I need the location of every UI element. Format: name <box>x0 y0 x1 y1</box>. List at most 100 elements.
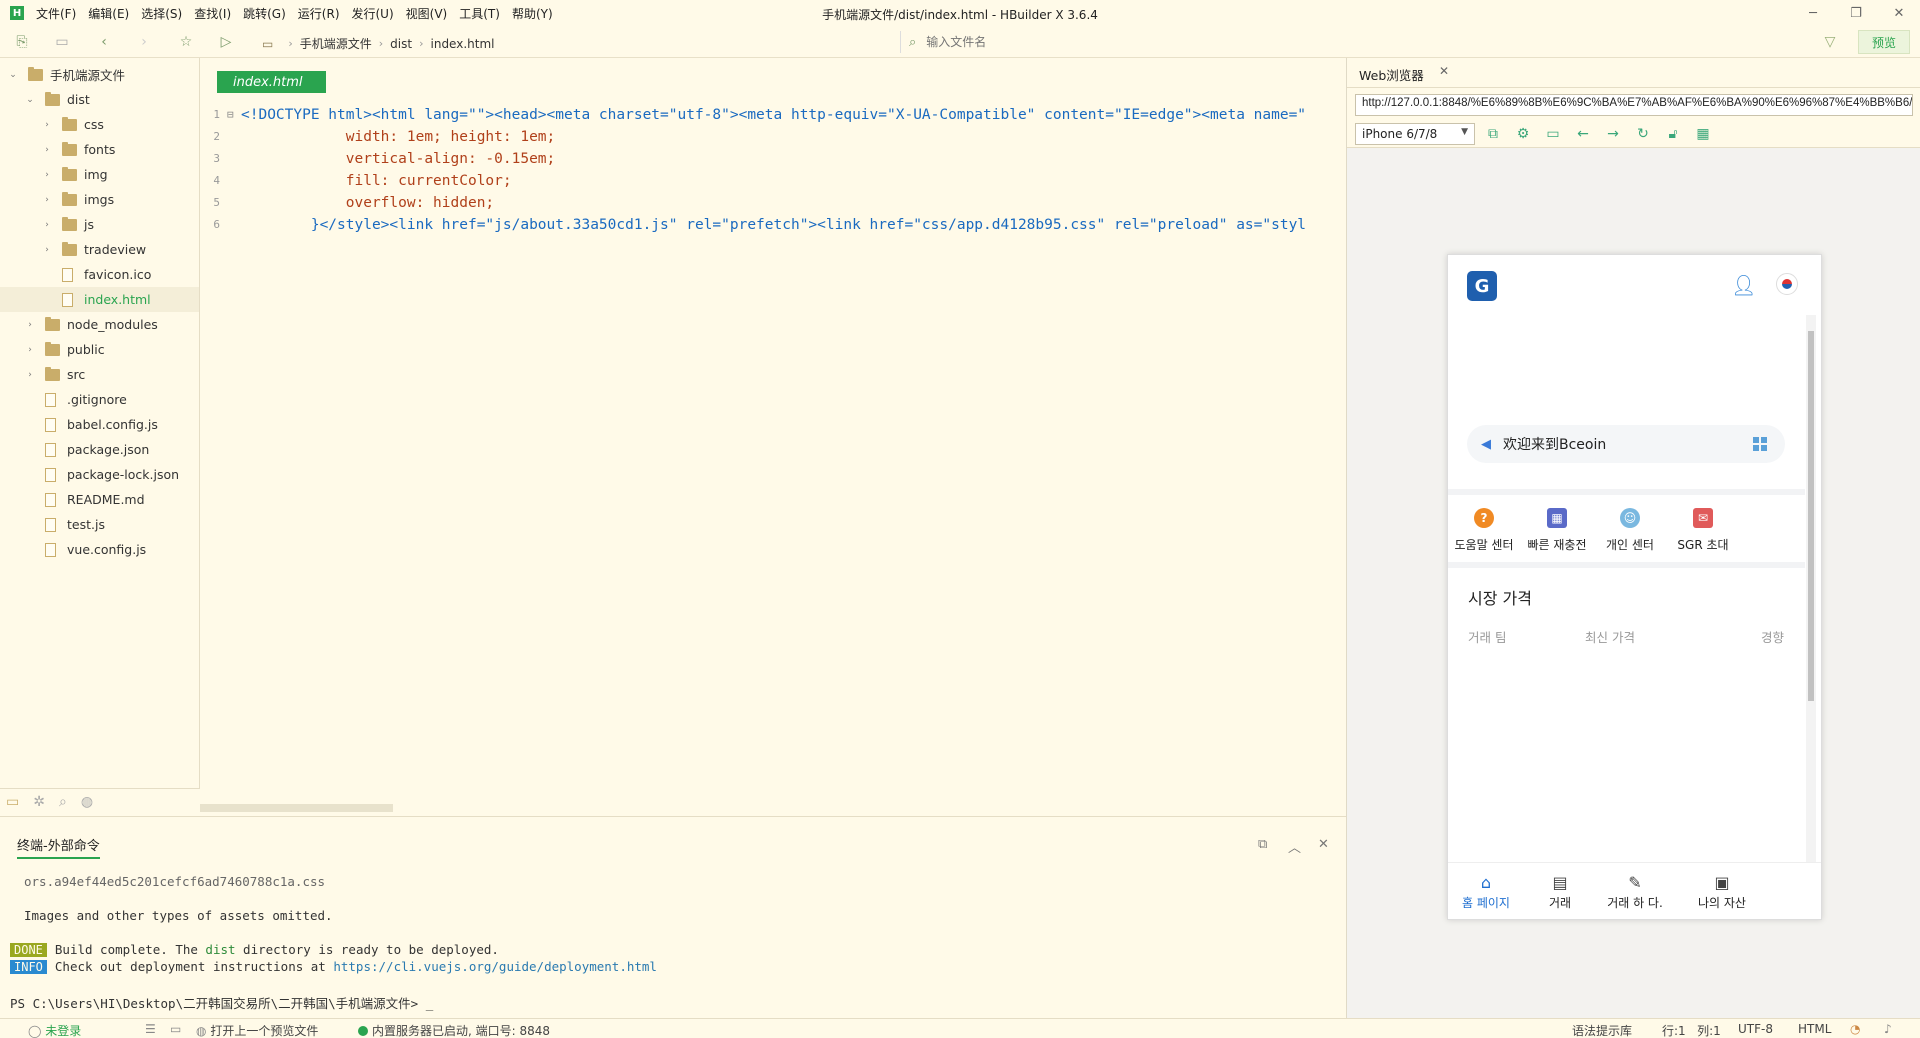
menu-find[interactable]: 查找(I) <box>194 5 231 22</box>
code-line[interactable]: 2 width: 1em; height: 1em; <box>200 126 1340 148</box>
cursor-position[interactable]: 行:1 列:1 <box>1662 1022 1721 1038</box>
menu-help[interactable]: 帮助(Y) <box>512 5 553 22</box>
menu-goto[interactable]: 跳转(G) <box>243 5 286 22</box>
project-manager-icon[interactable]: ▭ <box>6 794 19 810</box>
chevron-right-icon[interactable]: › <box>25 320 35 330</box>
device-select[interactable]: iPhone 6/7/8 ▼ <box>1355 123 1475 145</box>
chevron-right-icon[interactable]: › <box>25 345 35 355</box>
menu-file[interactable]: 文件(F) <box>36 5 76 22</box>
close-icon[interactable]: ✕ <box>1876 0 1920 26</box>
login-status[interactable]: ◯ 未登录 <box>28 1022 81 1038</box>
tree-item-test-js[interactable]: test.js <box>0 512 199 537</box>
menu-run[interactable]: 运行(R) <box>298 5 340 22</box>
open-previous-preview[interactable]: ◍ 打开上一个预览文件 <box>196 1022 318 1038</box>
tree-item-babel-config-js[interactable]: babel.config.js <box>0 412 199 437</box>
tree-item-favicon-ico[interactable]: favicon.ico <box>0 262 199 287</box>
restore-icon[interactable]: ❐ <box>1833 0 1879 26</box>
reload-icon[interactable]: ↻ <box>1634 126 1652 142</box>
menu-view[interactable]: 视图(V) <box>406 5 448 22</box>
chevron-right-icon[interactable]: › <box>42 245 52 255</box>
open-in-browser-icon[interactable]: ⧉ <box>1484 126 1502 142</box>
editor-horizontal-scrollbar[interactable] <box>200 804 393 812</box>
syntax-hint-library[interactable]: 语法提示库 <box>1572 1022 1632 1038</box>
chevron-right-icon[interactable]: › <box>42 220 52 230</box>
phone-scrollbar-thumb[interactable] <box>1808 331 1814 701</box>
tree-item-img[interactable]: › img <box>0 162 199 187</box>
layout-grid-icon[interactable]: ▦ <box>1694 126 1712 142</box>
browser-tab-close-icon[interactable]: ✕ <box>1439 64 1449 78</box>
terminal-icon[interactable]: ▭ <box>170 1022 181 1036</box>
file-language[interactable]: HTML <box>1798 1022 1831 1036</box>
site-logo-icon[interactable]: G <box>1467 271 1497 301</box>
tree-item-node-modules[interactable]: › node_modules <box>0 312 199 337</box>
forward-arrow-icon[interactable]: → <box>1604 126 1622 142</box>
forward-icon[interactable]: › <box>134 32 154 52</box>
tree-item-js[interactable]: › js <box>0 212 199 237</box>
tree-item-package-json[interactable]: package.json <box>0 437 199 462</box>
tree-item-imgs[interactable]: › imgs <box>0 187 199 212</box>
menu-publish[interactable]: 发行(U) <box>352 5 394 22</box>
url-input[interactable]: http://127.0.0.1:8848/%E6%89%8B%E6%9C%BA… <box>1355 94 1913 116</box>
bookmark-star-icon[interactable]: ☆ <box>176 32 196 52</box>
quick-action-invite[interactable]: ✉ SGR 초대 <box>1658 508 1748 553</box>
tree-item-vue-config-js[interactable]: vue.config.js <box>0 537 199 562</box>
chevron-down-icon[interactable]: ⌄ <box>25 95 35 105</box>
run-icon[interactable]: ▷ <box>216 32 236 52</box>
breadcrumb-item[interactable]: dist <box>390 37 412 51</box>
debug-icon[interactable]: ✲ <box>33 794 45 810</box>
tree-item-readme-md[interactable]: README.md <box>0 487 199 512</box>
tree-item-tradeview[interactable]: › tradeview <box>0 237 199 262</box>
tree-item-fonts[interactable]: › fonts <box>0 137 199 162</box>
back-icon[interactable]: ‹ <box>94 32 114 52</box>
menu-tools[interactable]: 工具(T) <box>459 5 500 22</box>
fold-toggle-icon[interactable]: ⊟ <box>227 104 234 126</box>
tree-item-index-html[interactable]: index.html <box>0 287 199 312</box>
tree-item-public[interactable]: › public <box>0 337 199 362</box>
code-line[interactable]: 5 overflow: hidden; <box>200 192 1340 214</box>
chevron-right-icon[interactable]: › <box>42 195 52 205</box>
breadcrumb-item[interactable]: 手机端源文件 <box>300 35 372 52</box>
browser-tab[interactable]: Web浏览器 <box>1359 65 1424 84</box>
settings-gear-icon[interactable]: ⚙ <box>1514 126 1532 142</box>
new-file-icon[interactable]: ⎘ <box>12 32 32 52</box>
tree-item-css[interactable]: › css <box>0 112 199 137</box>
devtools-icon[interactable]: ▭ <box>1544 126 1562 142</box>
user-account-icon[interactable]: 👤︎ <box>1731 273 1756 297</box>
tree-item-dist[interactable]: ⌄ dist <box>0 87 199 112</box>
plugins-icon[interactable]: ◍ <box>81 794 93 810</box>
maximize-panel-icon[interactable]: ︿ <box>1288 837 1301 856</box>
tree-item-gitignore[interactable]: .gitignore <box>0 387 199 412</box>
tab-my-assets[interactable]: ▣ 나의 자산 <box>1682 873 1762 911</box>
chevron-right-icon[interactable]: › <box>42 145 52 155</box>
chevron-right-icon[interactable]: › <box>42 120 52 130</box>
search-files-icon[interactable]: ⌕ <box>59 794 67 810</box>
tab-home[interactable]: ⌂ 홈 페이지 <box>1448 873 1526 911</box>
minimize-icon[interactable]: ─ <box>1790 0 1836 26</box>
list-icon[interactable]: ☰ <box>145 1022 156 1036</box>
open-external-icon[interactable]: ⧉ <box>1258 837 1267 852</box>
code-area[interactable]: 1 ⊟ <!DOCTYPE html><html lang=""><head><me… <box>200 104 1340 236</box>
tree-item-package-lock-json[interactable]: package-lock.json <box>0 462 199 487</box>
lock-icon[interactable]: 🔓︎ <box>1664 126 1682 142</box>
back-arrow-icon[interactable]: ← <box>1574 126 1592 142</box>
update-icon[interactable]: ◔ <box>1850 1022 1860 1036</box>
code-line[interactable]: 1 ⊟ <!DOCTYPE html><html lang=""><head><me… <box>200 104 1340 126</box>
menu-select[interactable]: 选择(S) <box>141 5 182 22</box>
menu-edit[interactable]: 编辑(E) <box>88 5 129 22</box>
tab-do-trade[interactable]: ✎ 거래 하 다. <box>1595 873 1675 911</box>
notice-bar[interactable]: ◀ 欢迎来到Bceoin <box>1467 425 1785 463</box>
chevron-right-icon[interactable]: › <box>25 370 35 380</box>
file-search-input[interactable] <box>926 35 1627 49</box>
korea-flag-language-icon[interactable] <box>1776 273 1798 295</box>
phone-scrollbar[interactable] <box>1806 315 1816 863</box>
editor-tab-index-html[interactable]: index.html <box>217 71 326 93</box>
tab-trade[interactable]: ▤ 거래 <box>1520 873 1600 911</box>
terminal-prompt[interactable]: PS C:\Users\HI\Desktop\二开韩国交易所\二开韩国\手机端源… <box>10 993 433 1012</box>
filter-icon[interactable]: ▽ <box>1820 32 1840 52</box>
code-line[interactable]: 3 vertical-align: -0.15em; <box>200 148 1340 170</box>
preview-button[interactable]: 预览 <box>1858 30 1910 54</box>
tree-item-src[interactable]: › src <box>0 362 199 387</box>
notification-bell-icon[interactable]: ♪ <box>1884 1022 1892 1036</box>
code-line[interactable]: 4 fill: currentColor; <box>200 170 1340 192</box>
menu-grid-icon[interactable] <box>1753 437 1767 451</box>
